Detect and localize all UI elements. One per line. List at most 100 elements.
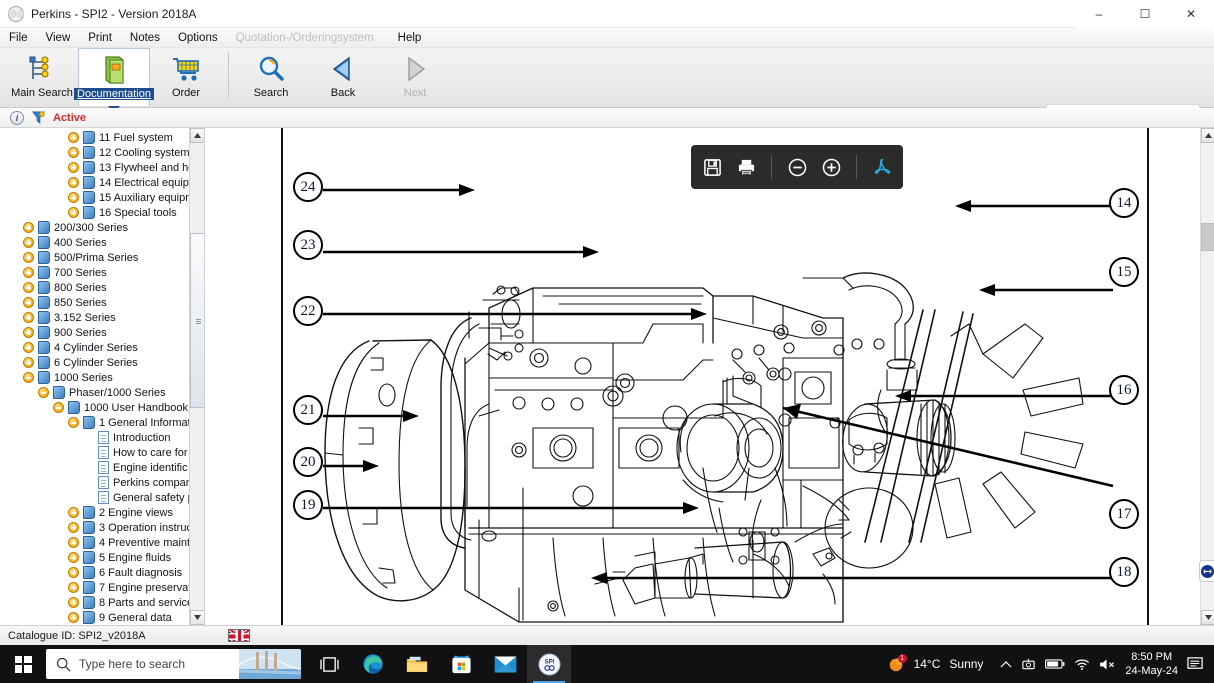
expand-icon[interactable] xyxy=(23,342,34,353)
expand-icon[interactable] xyxy=(68,582,79,593)
viewer-scrollbar-thumb[interactable] xyxy=(1201,223,1214,251)
uk-flag-icon[interactable] xyxy=(228,629,250,642)
tree-scrollbar[interactable] xyxy=(189,128,204,625)
print-icon[interactable] xyxy=(731,152,761,182)
tree-item[interactable]: 15 Auxiliary equipment xyxy=(0,190,190,205)
tree-item[interactable]: Introduction xyxy=(0,430,190,445)
tree-scroll-up-button[interactable] xyxy=(190,128,205,143)
expand-icon[interactable] xyxy=(68,567,79,578)
volume-mute-icon[interactable] xyxy=(1099,658,1116,671)
edge-icon[interactable] xyxy=(351,645,395,683)
tree-item[interactable]: 14 Electrical equipmen xyxy=(0,175,190,190)
expand-icon[interactable] xyxy=(23,282,34,293)
menu-file[interactable]: File xyxy=(0,30,37,46)
tree-item[interactable]: Phaser/1000 Series xyxy=(0,385,190,400)
expand-icon[interactable] xyxy=(23,312,34,323)
chevron-up-icon[interactable] xyxy=(1000,660,1012,669)
expand-icon[interactable] xyxy=(68,147,79,158)
tree-item[interactable]: 11 Fuel system xyxy=(0,130,190,145)
toolbar-button-search[interactable]: Search xyxy=(235,48,307,106)
viewer-scrollbar[interactable] xyxy=(1200,128,1214,625)
mail-icon[interactable] xyxy=(483,645,527,683)
tree-item[interactable]: 400 Series xyxy=(0,235,190,250)
tree-item[interactable]: 1000 Series xyxy=(0,370,190,385)
expand-icon[interactable] xyxy=(68,207,79,218)
camera-icon[interactable] xyxy=(1021,657,1036,671)
tree-item[interactable]: 700 Series xyxy=(0,265,190,280)
expand-icon[interactable] xyxy=(68,507,79,518)
expand-icon[interactable] xyxy=(23,357,34,368)
acrobat-icon[interactable] xyxy=(867,152,897,182)
expand-icon[interactable] xyxy=(68,522,79,533)
file-explorer-icon[interactable] xyxy=(395,645,439,683)
collapse-icon[interactable] xyxy=(53,402,64,413)
tree-item[interactable]: 500/Prima Series xyxy=(0,250,190,265)
collapse-panel-button[interactable] xyxy=(1199,560,1214,582)
tree-item[interactable]: 9 General data xyxy=(0,610,190,625)
collapse-icon[interactable] xyxy=(68,417,79,428)
menu-print[interactable]: Print xyxy=(79,30,121,46)
tree-item[interactable]: 12 Cooling system xyxy=(0,145,190,160)
spi2-icon[interactable]: SPI xyxy=(527,645,571,683)
search-input[interactable]: Type here to search xyxy=(46,649,301,679)
menu-options[interactable]: Options xyxy=(169,30,227,46)
maximize-button[interactable]: ☐ xyxy=(1122,0,1168,28)
tree-item[interactable]: 13 Flywheel and housi xyxy=(0,160,190,175)
expand-icon[interactable] xyxy=(68,192,79,203)
tree-item[interactable]: How to care for xyxy=(0,445,190,460)
tree-item[interactable]: 6 Fault diagnosis xyxy=(0,565,190,580)
taskbar-clock[interactable]: 8:50 PM 24-May-24 xyxy=(1125,650,1178,678)
save-icon[interactable] xyxy=(697,152,727,182)
collapse-icon[interactable] xyxy=(38,387,49,398)
tree-scrollbar-thumb[interactable] xyxy=(190,233,205,408)
expand-icon[interactable] xyxy=(68,177,79,188)
toolbar-button-back[interactable]: Back xyxy=(307,48,379,106)
tree-item[interactable]: 1 General Informati xyxy=(0,415,190,430)
expand-icon[interactable] xyxy=(23,252,34,263)
toolbar-button-documentation[interactable]: Documentation xyxy=(78,48,150,106)
tree-item[interactable]: 4 Preventive mainte xyxy=(0,535,190,550)
tree-item[interactable]: 900 Series xyxy=(0,325,190,340)
tree-item[interactable]: 3 Operation instruc xyxy=(0,520,190,535)
close-button[interactable]: ✕ xyxy=(1168,0,1214,28)
tree-item[interactable]: 850 Series xyxy=(0,295,190,310)
toolbar-button-main-search[interactable]: Main Search xyxy=(6,48,78,106)
expand-icon[interactable] xyxy=(23,222,34,233)
expand-icon[interactable] xyxy=(23,327,34,338)
toolbar-button-order[interactable]: Order xyxy=(150,48,222,106)
tree-item[interactable]: 1000 User Handbook xyxy=(0,400,190,415)
collapse-icon[interactable] xyxy=(23,372,34,383)
tree-item[interactable]: 4 Cylinder Series xyxy=(0,340,190,355)
viewer-scroll-up-button[interactable] xyxy=(1201,128,1214,143)
zoom-out-icon[interactable] xyxy=(782,152,812,182)
tree-item[interactable]: 7 Engine preservati xyxy=(0,580,190,595)
zoom-in-icon[interactable] xyxy=(816,152,846,182)
tree-item[interactable]: 8 Parts and service xyxy=(0,595,190,610)
tree-item[interactable]: 3.152 Series xyxy=(0,310,190,325)
expand-icon[interactable] xyxy=(68,537,79,548)
tree-item[interactable]: Perkins compan xyxy=(0,475,190,490)
tree-item[interactable]: 16 Special tools xyxy=(0,205,190,220)
tree-item[interactable]: 5 Engine fluids xyxy=(0,550,190,565)
menu-notes[interactable]: Notes xyxy=(121,30,169,46)
tree-item[interactable]: 800 Series xyxy=(0,280,190,295)
viewer-scroll-down-button[interactable] xyxy=(1201,610,1214,625)
task-view-icon[interactable] xyxy=(307,645,351,683)
tree-item[interactable]: 2 Engine views xyxy=(0,505,190,520)
minimize-button[interactable]: – xyxy=(1076,0,1122,28)
expand-icon[interactable] xyxy=(23,297,34,308)
battery-icon[interactable] xyxy=(1045,658,1065,670)
windows-start-icon[interactable] xyxy=(0,645,46,683)
wifi-icon[interactable] xyxy=(1074,658,1090,671)
expand-icon[interactable] xyxy=(23,267,34,278)
tree-scroll-down-button[interactable] xyxy=(190,610,205,625)
expand-icon[interactable] xyxy=(68,612,79,623)
menu-help[interactable]: Help xyxy=(389,30,431,46)
menu-view[interactable]: View xyxy=(37,30,80,46)
tree-item[interactable]: Engine identific xyxy=(0,460,190,475)
expand-icon[interactable] xyxy=(68,552,79,563)
notifications-icon[interactable] xyxy=(1187,656,1204,672)
microsoft-store-icon[interactable] xyxy=(439,645,483,683)
tree-item[interactable]: 6 Cylinder Series xyxy=(0,355,190,370)
expand-icon[interactable] xyxy=(68,162,79,173)
